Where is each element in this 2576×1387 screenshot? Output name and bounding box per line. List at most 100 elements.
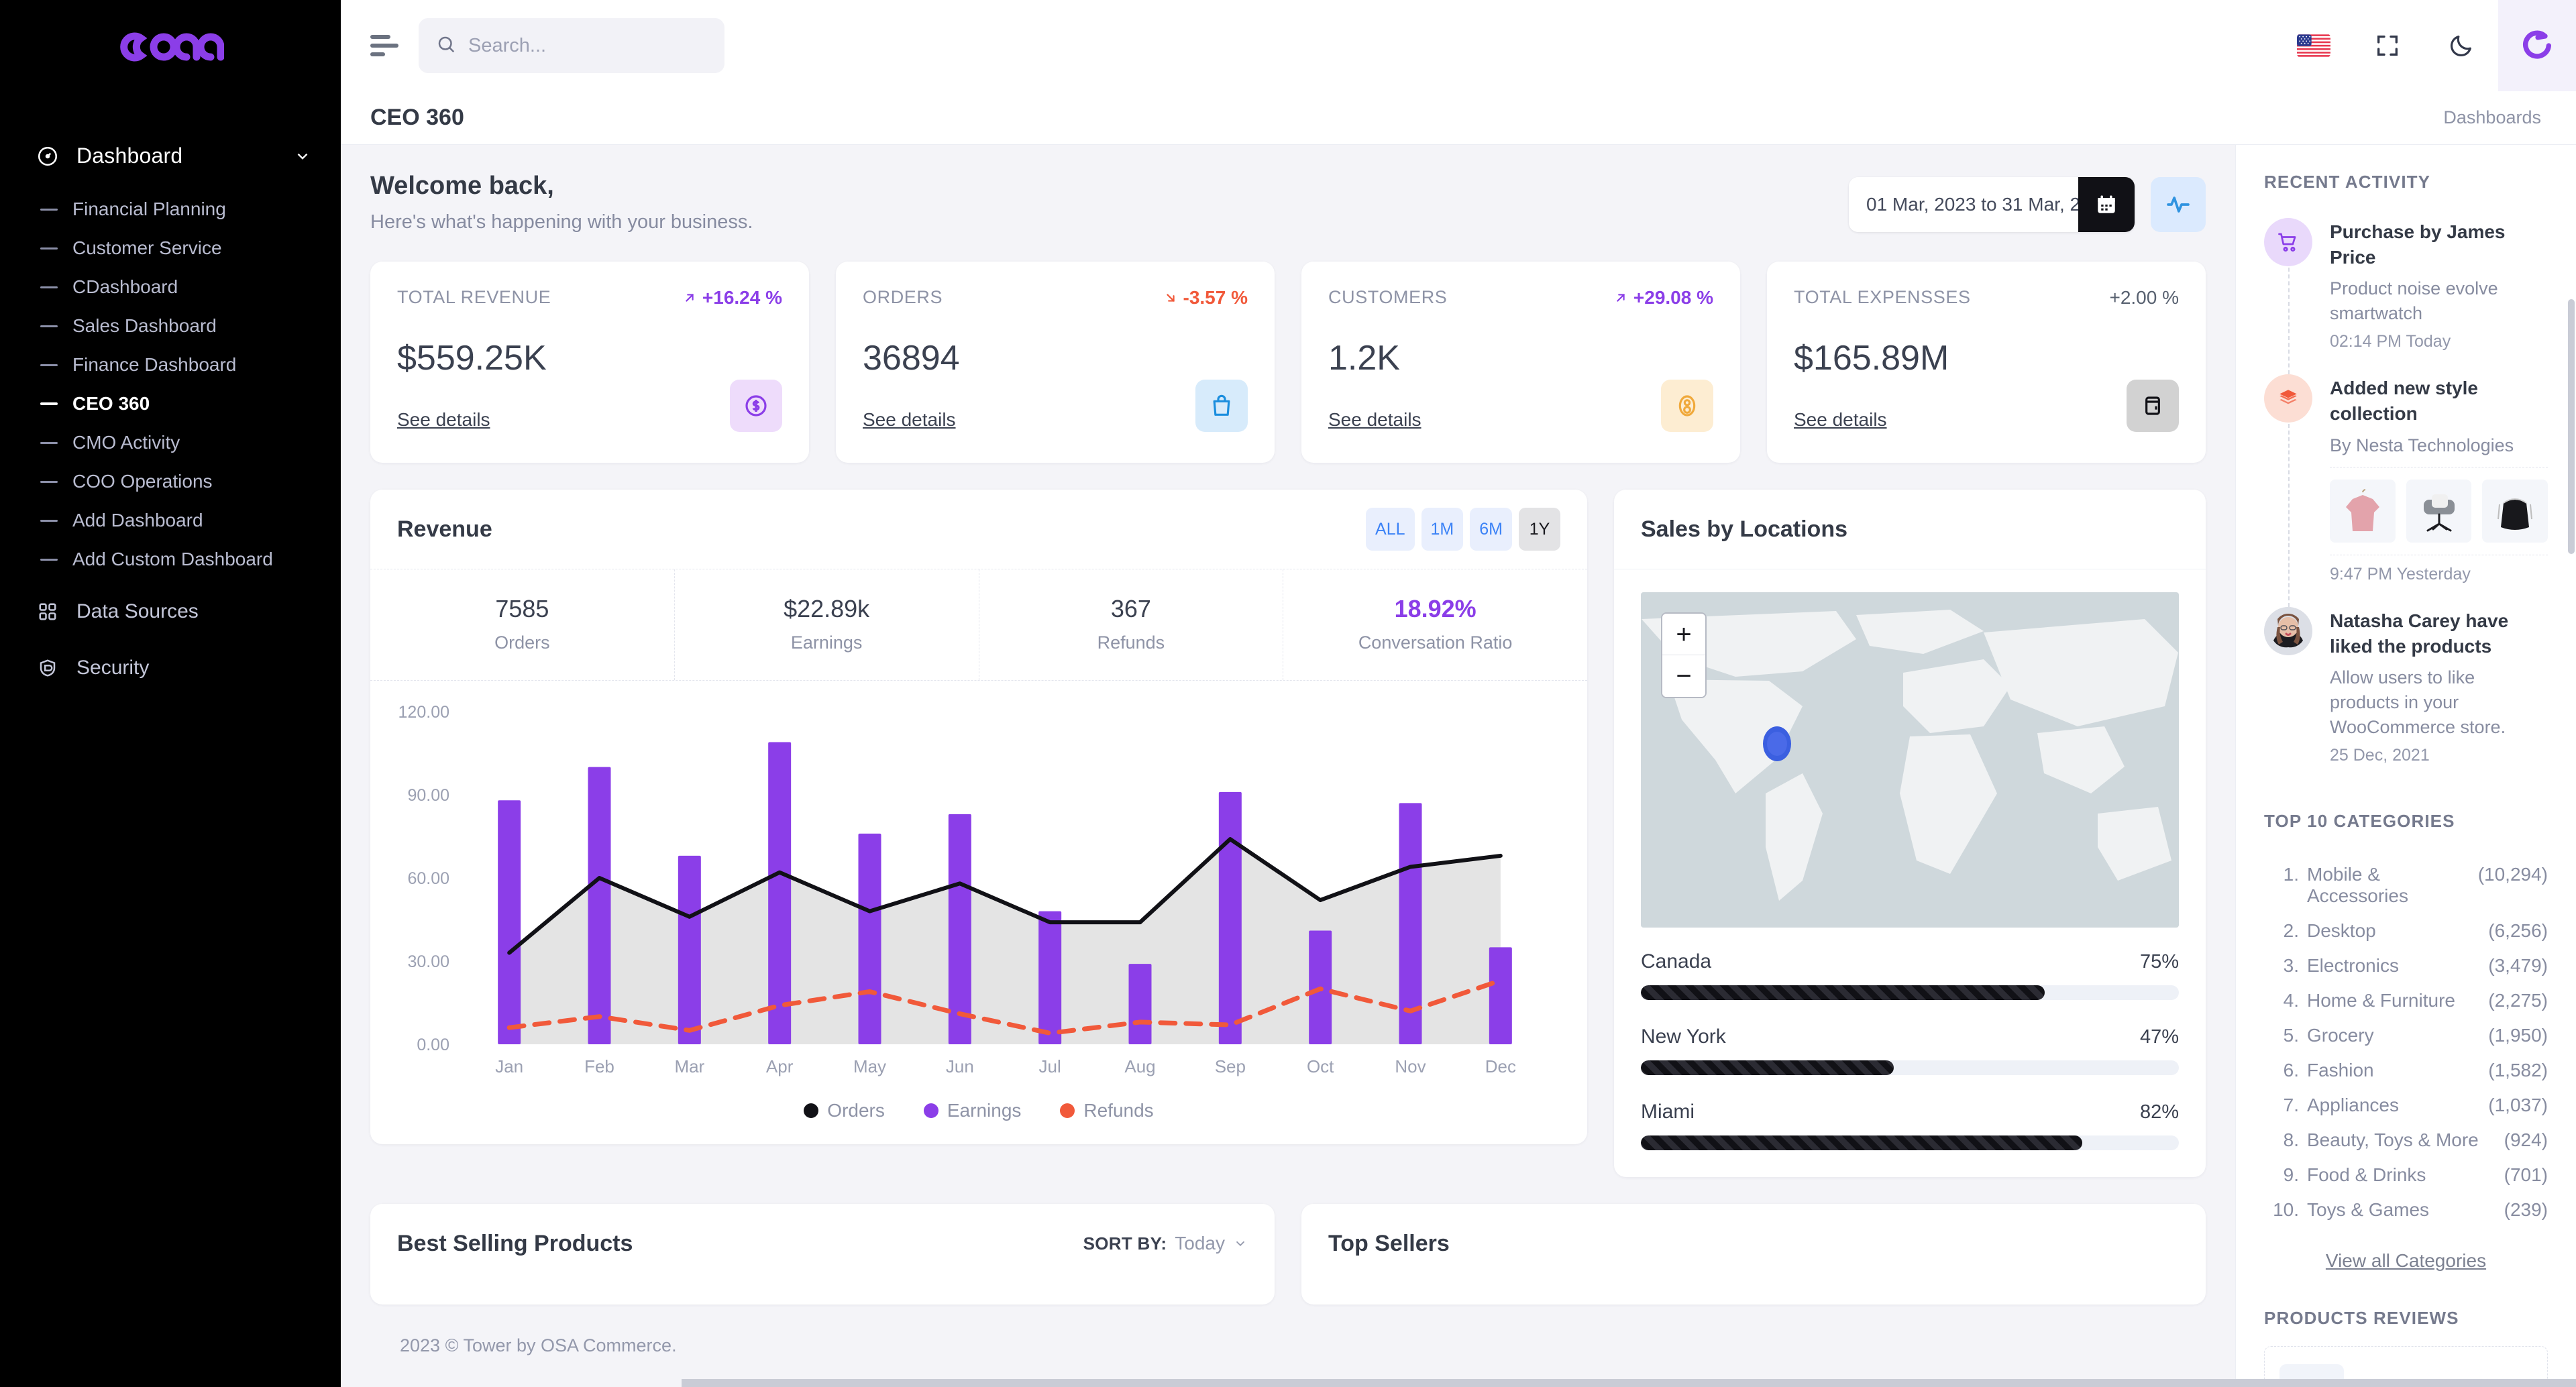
kpi-card-total-revenue[interactable]: TOTAL REVENUE +16.24 % $559.25K See deta… [370,262,809,463]
kpi-card-orders[interactable]: ORDERS -3.57 % 36894 See details [836,262,1275,463]
black-pouch-thumb[interactable] [2482,480,2548,543]
legend-item-earnings[interactable]: Earnings [924,1100,1022,1121]
kpi-title: TOTAL REVENUE [397,287,551,308]
sidebar-item-customer-service[interactable]: Customer Service [0,229,341,268]
layers-icon [2264,374,2312,423]
location-item-canada: Canada 75% [1641,950,2179,1000]
activity-item-style-collection[interactable]: Added new style collection By Nesta Tech… [2264,374,2548,607]
hamburger-icon[interactable] [370,34,398,57]
stat-value: 7585 [370,595,674,623]
recent-activity-title: RECENT ACTIVITY [2264,172,2548,192]
sidebar-item-cmo-activity[interactable]: CMO Activity [0,423,341,462]
pink-sweater-thumb[interactable] [2330,480,2396,543]
charts-row: Revenue ALL 1M 6M 1Y 7585 Orders [370,490,2206,1177]
sort-by-value: Today [1175,1233,1225,1254]
filter-all[interactable]: ALL [1366,508,1414,551]
chevron-down-icon[interactable] [294,148,311,165]
locations-card-header: Sales by Locations [1614,490,2206,569]
dark-mode-icon[interactable] [2424,0,2498,91]
map-zoom-out-button[interactable]: − [1662,655,1705,697]
sidebar-item-coo-operations[interactable]: COO Operations [0,462,341,501]
fullscreen-icon[interactable] [2351,0,2424,91]
legend-item-refunds[interactable]: Refunds [1060,1100,1153,1121]
category-row[interactable]: 2. Desktop (6,256) [2264,913,2548,948]
kpi-see-details-link[interactable]: See details [863,409,956,431]
category-row[interactable]: 9. Food & Drinks (701) [2264,1158,2548,1192]
kpi-card-total-expenses[interactable]: TOTAL EXPENSSES +2.00 % $165.89M See det… [1767,262,2206,463]
brand-avatar-icon[interactable] [2498,0,2576,91]
activity-item-purchase[interactable]: Purchase by James Price Product noise ev… [2264,218,2548,374]
date-range-picker[interactable]: 01 Mar, 2023 to 31 Mar, 20 [1849,177,2135,232]
sidebar-item-security[interactable]: Security [0,645,341,691]
sidebar-item-finance-dashboard[interactable]: Finance Dashboard [0,345,341,384]
revenue-stat-earnings: $22.89k Earnings [675,569,979,680]
sidebar-item-cdashboard[interactable]: CDashboard [0,268,341,307]
category-row[interactable]: 3. Electronics (3,479) [2264,948,2548,983]
view-all-categories-link[interactable]: View all Categories [2264,1250,2548,1272]
sidebar-sub-label: CDashboard [72,276,178,298]
world-map[interactable]: + − [1641,592,2179,928]
sidebar-item-ceo-360[interactable]: CEO 360 [0,384,341,423]
category-rank: 5. [2264,1025,2299,1046]
language-flag-us-icon[interactable] [2277,0,2351,91]
sort-by-dropdown[interactable]: SORT BY: Today [1083,1233,1248,1254]
gauge-icon [36,145,59,168]
activity-time: 9:47 PM Yesterday [2330,565,2548,584]
category-row[interactable]: 4. Home & Furniture (2,275) [2264,983,2548,1018]
category-row[interactable]: 6. Fashion (1,582) [2264,1053,2548,1088]
dash-bullet-icon [40,442,58,444]
map-zoom-in-button[interactable]: + [1662,614,1705,655]
legend-item-orders[interactable]: Orders [804,1100,885,1121]
map-marker[interactable] [1763,726,1791,761]
category-rank: 3. [2264,955,2299,977]
sidebar-item-sales-dashboard[interactable]: Sales Dashboard [0,307,341,345]
kpi-top: TOTAL EXPENSSES +2.00 % [1794,287,2179,309]
category-row[interactable]: 8. Beauty, Toys & More (924) [2264,1123,2548,1158]
search-box[interactable] [419,18,724,73]
date-range-value[interactable]: 01 Mar, 2023 to 31 Mar, 20 [1849,177,2078,232]
dash-bullet-icon [40,286,58,288]
revenue-stat-conversation-ratio: 18.92% Conversation Ratio [1283,569,1587,680]
kpi-see-details-link[interactable]: See details [1794,409,1887,431]
location-row: New York 47% [1641,1025,2179,1048]
activity-pulse-icon[interactable] [2151,177,2206,232]
sidebar-item-dashboard[interactable]: Dashboard [0,134,341,178]
location-progress-track [1641,985,2179,1000]
brand-logo[interactable] [0,0,341,94]
rail-scrollbar[interactable] [2568,299,2575,554]
activity-item-natasha-like[interactable]: Natasha Carey have liked the products Al… [2264,607,2548,788]
search-input[interactable] [468,35,721,57]
grey-armchair-thumb[interactable] [2406,480,2472,543]
sidebar-item-financial-planning[interactable]: Financial Planning [0,190,341,229]
bottom-row: Best Selling Products SORT BY: Today Top… [370,1204,2206,1305]
legend-label: Refunds [1083,1100,1153,1121]
category-count: (3,479) [2488,955,2548,977]
sidebar-item-add-dashboard[interactable]: Add Dashboard [0,501,341,540]
sidebar-item-add-custom-dashboard[interactable]: Add Custom Dashboard [0,540,341,579]
locations-title: Sales by Locations [1641,516,1847,543]
location-item-new-york: New York 47% [1641,1025,2179,1075]
filter-1y[interactable]: 1Y [1519,508,1560,551]
stat-value: 18.92% [1283,595,1587,623]
sidebar-item-data-sources[interactable]: Data Sources [0,588,341,635]
category-row[interactable]: 7. Appliances (1,037) [2264,1088,2548,1123]
topbar-actions [2277,0,2576,91]
category-row[interactable]: 10. Toys & Games (239) [2264,1192,2548,1227]
category-row[interactable]: 5. Grocery (1,950) [2264,1018,2548,1053]
kpi-delta: +16.24 % [682,287,782,309]
map-zoom-controls: + − [1661,612,1707,698]
calendar-icon[interactable] [2078,177,2135,232]
svg-text:May: May [853,1056,886,1076]
breadcrumb[interactable]: Dashboards [2443,107,2541,128]
kpi-see-details-link[interactable]: See details [397,409,490,431]
stat-label: Earnings [675,632,979,653]
category-row[interactable]: 1. Mobile & Accessories (10,294) [2264,857,2548,913]
topbar [341,0,2576,91]
avatar [2264,607,2312,655]
horizontal-scrollbar[interactable] [682,1379,2576,1387]
filter-1m[interactable]: 1M [1421,508,1464,551]
location-progress-track [1641,1135,2179,1150]
kpi-card-customers[interactable]: CUSTOMERS +29.08 % 1.2K See details [1301,262,1740,463]
kpi-see-details-link[interactable]: See details [1328,409,1421,431]
filter-6m[interactable]: 6M [1470,508,1512,551]
